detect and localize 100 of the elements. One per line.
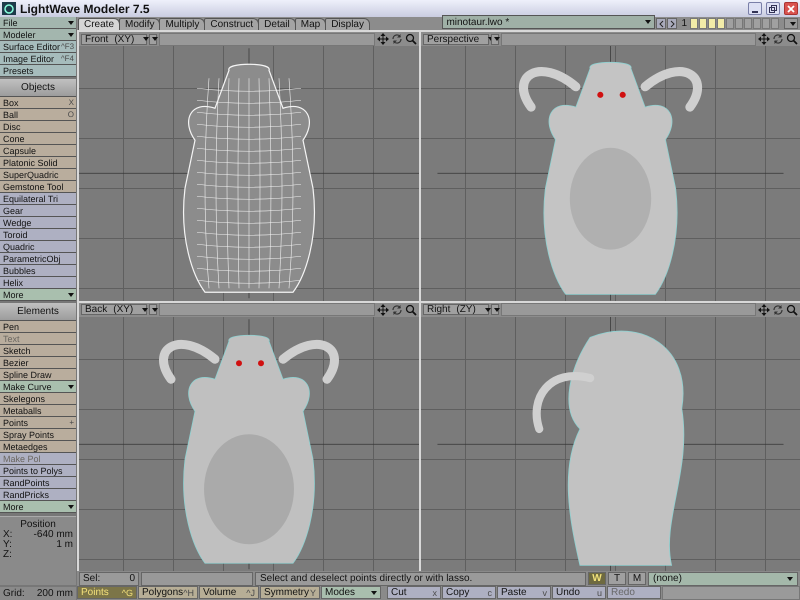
surface-dropdown[interactable]: (none) [648, 572, 798, 586]
dropdown-button[interactable] [784, 18, 798, 29]
tool-button[interactable]: Capsule [0, 145, 76, 157]
tool-button[interactable]: Metaedges [0, 441, 76, 453]
tool-button[interactable]: Points + [0, 417, 76, 429]
tab[interactable]: Modify [119, 18, 160, 30]
tool-button[interactable]: Gemstone Tool [0, 181, 76, 193]
toolbar-button[interactable]: Undo u [552, 586, 606, 599]
tool-button[interactable]: Image Editor ^F4 [0, 53, 76, 65]
minimize-button[interactable] [748, 2, 762, 15]
toolbar-button[interactable]: SymmetryY [260, 586, 320, 599]
section-header: Elements [0, 303, 76, 321]
object-dropdown[interactable]: minotaur.lwo * [442, 15, 656, 29]
app-icon [2, 2, 16, 15]
dropdown-button[interactable] [491, 34, 499, 44]
tool-button[interactable]: Skelegons [0, 393, 76, 405]
toolbar-button[interactable]: Points ^G [77, 586, 137, 599]
tool-button[interactable]: Presets [0, 65, 76, 77]
toolbar-button[interactable]: Volume ^J [199, 586, 259, 599]
viewport-canvas[interactable] [421, 46, 800, 300]
rotate-icon[interactable] [772, 304, 784, 316]
tool-button[interactable]: Gear [0, 205, 76, 217]
dropdown-button[interactable]: More [0, 289, 76, 301]
dropdown-button[interactable]: More [0, 501, 76, 513]
tool-button[interactable]: Bezier [0, 357, 76, 369]
dropdown-button[interactable]: Modeler [0, 29, 76, 41]
close-button[interactable] [784, 2, 798, 15]
tab[interactable]: Map [294, 18, 326, 30]
view-dropdown[interactable]: Right (ZY) [423, 304, 489, 315]
tool-button[interactable]: Cone [0, 133, 76, 145]
tool-button[interactable]: RandPoints [0, 477, 76, 489]
toolbar-button[interactable]: Polygons^H [138, 586, 198, 599]
previous-button[interactable] [656, 18, 666, 29]
layer-button[interactable] [699, 18, 707, 29]
tab[interactable]: Construct [204, 18, 260, 30]
field-value: 200 mm [36, 588, 73, 599]
viewport-canvas[interactable] [79, 46, 419, 300]
viewport-canvas[interactable] [79, 316, 419, 571]
layer-button[interactable] [717, 18, 725, 29]
dropdown-button[interactable] [149, 34, 157, 44]
view-dropdown[interactable]: Perspective [423, 34, 489, 44]
layer-button[interactable] [708, 18, 716, 29]
view-mode-button[interactable]: T [608, 572, 626, 585]
rotate-icon[interactable] [772, 33, 784, 45]
selection-count: Sel: 0 [79, 572, 139, 586]
tool-button[interactable]: Platonic Solid [0, 157, 76, 169]
move-icon[interactable] [377, 33, 389, 45]
tool-button[interactable]: ParametricObj [0, 253, 76, 265]
viewport-canvas[interactable] [421, 316, 800, 571]
zoom-icon[interactable] [405, 304, 417, 316]
tool-button[interactable]: Helix [0, 277, 76, 289]
toolbar-button[interactable]: Paste v [497, 586, 551, 599]
layer-button[interactable] [690, 18, 698, 29]
tool-button[interactable]: Metaballs [0, 405, 76, 417]
tab[interactable]: Multiply [159, 18, 206, 30]
tool-button[interactable]: RandPricks [0, 489, 76, 501]
axis-label: Z: [3, 550, 12, 560]
dropdown-button[interactable]: Modes [321, 586, 381, 599]
tool-button[interactable]: Spray Points [0, 429, 76, 441]
tool-button[interactable]: Wedge [0, 217, 76, 229]
zoom-icon[interactable] [786, 304, 798, 316]
section-header: Objects [0, 79, 76, 97]
toolbar-button[interactable]: Cut x [387, 586, 441, 599]
zoom-icon[interactable] [786, 33, 798, 45]
tool-button[interactable]: Points to Polys [0, 465, 76, 477]
view-mode-button[interactable]: W [588, 572, 606, 585]
axis-label: X: [3, 530, 12, 540]
tool-button[interactable]: Disc [0, 121, 76, 133]
move-icon[interactable] [377, 304, 389, 316]
tool-button[interactable]: Equilateral Tri [0, 193, 76, 205]
zoom-icon[interactable] [405, 33, 417, 45]
tool-button[interactable]: Bubbles [0, 265, 76, 277]
restore-button[interactable] [766, 2, 780, 15]
toolbar-button[interactable]: Copy c [442, 586, 496, 599]
tool-button[interactable]: Spline Draw [0, 369, 76, 381]
tool-button[interactable]: Sketch [0, 345, 76, 357]
tool-button[interactable]: SuperQuadric [0, 169, 76, 181]
dropdown-button[interactable]: File [0, 17, 76, 29]
tab[interactable]: Display [325, 18, 370, 30]
move-icon[interactable] [758, 304, 770, 316]
rotate-icon[interactable] [391, 33, 403, 45]
tool-button[interactable]: Toroid [0, 229, 76, 241]
field-label: Grid: [3, 588, 25, 599]
status-message: Select and deselect points directly or with lasso. [255, 572, 586, 586]
tool-button[interactable]: Quadric [0, 241, 76, 253]
view-dropdown[interactable]: Front (XY) [81, 34, 147, 44]
tool-button[interactable]: Box X [0, 97, 76, 109]
move-icon[interactable] [758, 33, 770, 45]
dropdown-button[interactable]: Make Curve [0, 381, 76, 393]
tool-button[interactable]: Pen [0, 321, 76, 333]
next-button[interactable] [667, 18, 678, 29]
rotate-icon[interactable] [391, 304, 403, 316]
view-mode-button[interactable]: M [628, 572, 646, 585]
tab[interactable]: Detail [258, 18, 296, 30]
dropdown-button[interactable] [149, 304, 157, 315]
dropdown-button[interactable] [491, 304, 499, 315]
tool-button[interactable]: Ball O [0, 109, 76, 121]
tool-button[interactable]: Surface Editor^F3 [0, 41, 76, 53]
view-dropdown[interactable]: Back (XY) [81, 304, 147, 315]
tab[interactable]: Create [78, 18, 120, 30]
